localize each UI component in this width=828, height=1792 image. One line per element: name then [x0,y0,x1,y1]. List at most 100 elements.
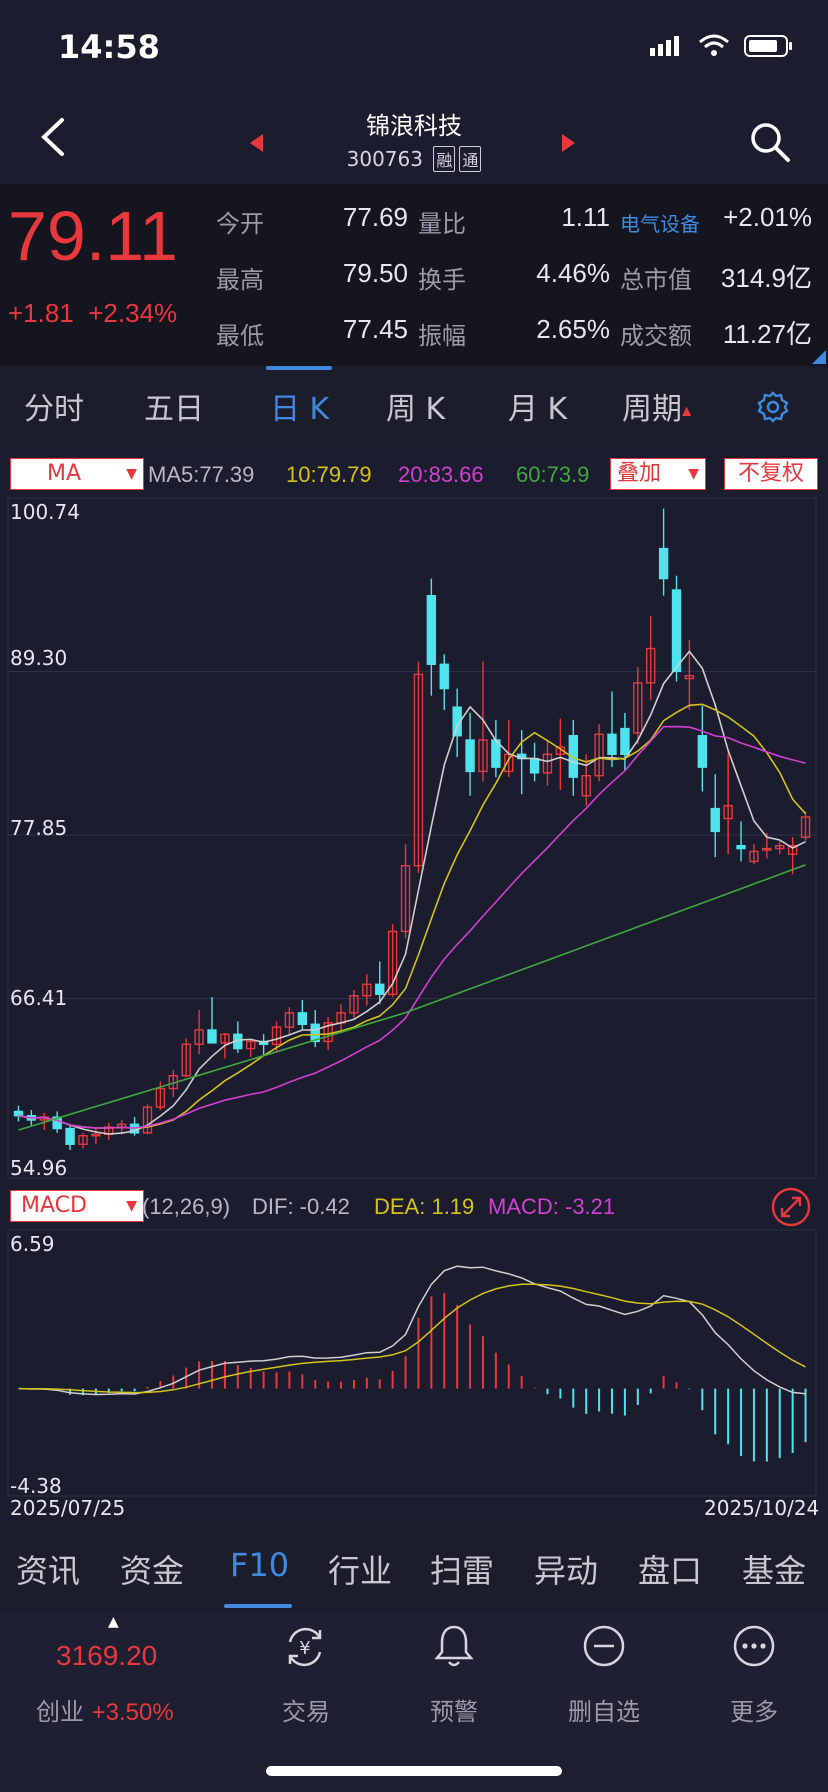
change-pct: +2.34% [88,298,178,328]
macd-frame [7,1229,817,1497]
next-stock-arrow[interactable] [562,134,575,152]
value-turnover: 4.46% [536,258,610,288]
candle-down [620,727,630,755]
tab-daily-k[interactable]: 日 K [270,384,329,428]
tab-funds-flow[interactable]: 资金 [120,1546,184,1592]
index-up-icon: ▲ [108,1614,119,1630]
tab-order-book[interactable]: 盘口 [638,1546,702,1592]
ma10-line [18,703,807,1129]
minus-circle-icon[interactable] [582,1624,626,1668]
overlay-selector[interactable]: 叠加 ▼ [610,458,706,490]
value-low: 77.45 [342,314,408,344]
value-volume-ratio: 1.11 [561,202,610,232]
candle-down [439,663,449,690]
ma10-value: 10:79.79 [286,462,372,487]
settings-gear-icon[interactable] [756,390,790,424]
candle-down [607,733,617,755]
expand-corner-icon[interactable] [812,350,826,364]
label-turnover: 换手 [418,266,466,294]
ma60-line [18,864,806,1131]
index-summary[interactable]: 创业 +3.50% [36,1692,174,1727]
y-tick-2: 89.30 [10,646,68,670]
label-market-cap: 总市值 [620,266,692,294]
margin-badge: 融 [433,146,456,172]
fullscreen-icon[interactable] [770,1186,812,1228]
tab-five-day[interactable]: 五日 [144,384,204,428]
macd-selector[interactable]: MACD ▼ [10,1190,144,1222]
value-open: 77.69 [342,202,408,232]
value-market-cap: 314.9亿 [720,263,812,293]
candle-down [207,1029,217,1044]
nav-trade-label[interactable]: 交易 [246,1692,366,1727]
value-amplitude: 2.65% [536,314,610,344]
value-high: 79.50 [342,258,408,288]
search-icon[interactable] [748,120,792,164]
ma5-value: MA5:77.39 [148,462,255,487]
tab-fund[interactable]: 基金 [742,1546,806,1592]
date-start: 2025/07/25 [10,1496,126,1520]
tab-movement[interactable]: 异动 [534,1546,598,1592]
label-volume-ratio: 量比 [418,210,466,238]
ma-selector[interactable]: MA ▼ [10,458,144,490]
index-name: 创业 [36,1698,84,1726]
tab-period[interactable]: 周期▲ [622,384,691,428]
more-dots-icon[interactable] [732,1624,776,1668]
last-price: 79.11 [8,197,178,275]
label-open: 今开 [216,210,264,238]
tab-f10[interactable]: F10 [230,1546,289,1584]
yen-exchange-icon[interactable]: ¥ [282,1624,328,1670]
candle-down [710,807,720,833]
status-icons [650,34,794,58]
sector-change: +2.01% [723,202,812,232]
nav-more-label[interactable]: 更多 [694,1692,814,1727]
tab-indicator [266,366,332,370]
dea-value: DEA: 1.19 [374,1194,475,1219]
ma5-line [18,650,806,1135]
connect-badge: 通 [459,146,482,172]
y-tick-1: 100.74 [10,500,80,524]
chart-frame [7,497,817,1179]
macd-value: MACD: -3.21 [488,1194,616,1219]
signal-icon [650,36,679,56]
tab-intraday[interactable]: 分时 [24,384,84,428]
kline-chart[interactable] [0,496,828,1182]
status-time: 14:58 [58,28,160,66]
change-value: +1.81 [8,298,74,328]
home-indicator [266,1766,562,1776]
ma60-value: 60:73.9 [516,462,590,487]
tab-news[interactable]: 资讯 [16,1546,80,1592]
tab-industry[interactable]: 行业 [328,1546,392,1592]
candle-down [671,589,682,673]
bell-icon[interactable] [432,1622,476,1670]
tab-risk-scan[interactable]: 扫雷 [430,1546,494,1592]
battery-icon [744,35,792,57]
adjust-toggle[interactable]: 不复权 [724,458,818,490]
overlay-label: 叠加 [617,461,662,486]
index-value[interactable]: 3169.20 [56,1640,157,1672]
candle-down [375,983,385,995]
dropdown-caret-icon: ▼ [126,466,137,482]
nav-remove-watchlist-label[interactable]: 删自选 [544,1692,664,1727]
tab-weekly-k[interactable]: 周 K [386,384,445,428]
svg-text:¥: ¥ [299,1638,310,1659]
candle-down [13,1110,24,1117]
candle-down [465,739,475,773]
tab-period-label: 周期 [622,392,682,427]
macd-tick-bottom: -4.38 [10,1474,62,1498]
index-pct: +3.50% [91,1699,174,1726]
macd-tick-top: 6.59 [10,1232,55,1256]
nav-alert-label[interactable]: 预警 [394,1692,514,1727]
candle-down [297,1012,308,1025]
dif-value: DIF: -0.42 [252,1194,350,1219]
dropdown-caret-icon: ▼ [688,466,699,482]
tab-monthly-k[interactable]: 月 K [508,384,567,428]
macd-chart[interactable] [0,1228,828,1500]
macd-params: (12,26,9) [142,1194,231,1219]
sector-link[interactable]: 电气设备 [620,208,700,237]
value-turnover-amount: 11.27亿 [722,319,812,349]
y-tick-4: 66.41 [10,986,68,1010]
dif-line [18,1265,806,1396]
ma-selector-label: MA [47,461,82,486]
stock-name: 锦浪科技 [366,112,462,140]
date-end: 2025/10/24 [704,1496,820,1520]
